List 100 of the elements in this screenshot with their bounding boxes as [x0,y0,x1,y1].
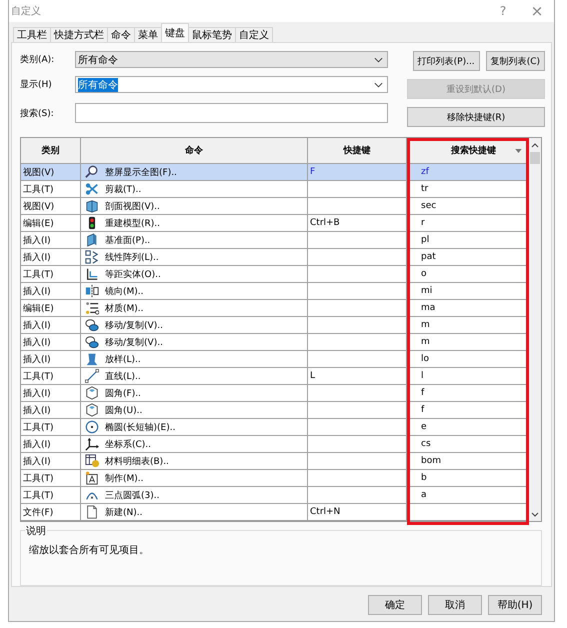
tab[interactable]: 工具栏 [13,27,51,42]
command-name: 圆角(F).. [105,388,141,400]
table-cell: 插入(I) [21,436,81,452]
move-copy-icon [85,318,99,332]
command-name: 三点圆弧(3).. [105,490,160,502]
dialog-button[interactable]: 取消 [428,595,482,615]
command-name: 移动/复制(V).. [105,320,163,332]
table-row[interactable]: 插入(I) 坐标系(C).. cs [21,436,529,453]
axes-icon [85,437,99,451]
table-row[interactable]: 工具(T) 直线(L).. L l [21,368,529,385]
section-view-icon [85,199,99,213]
table-cell: 插入(I) [21,249,81,265]
table-cell: 工具(T) [21,470,81,486]
command-name: 剖面视图(V).. [105,200,160,212]
search-field[interactable] [75,103,388,123]
column-header[interactable]: 快捷键 [308,138,407,163]
tab[interactable]: 命令 [107,27,135,42]
table-row[interactable]: 插入(I) 圆角(F).. f [21,385,529,402]
list-button[interactable]: 复制列表(C) [486,51,545,71]
table-row[interactable]: 编辑(E) 材质(M).. ma [21,300,529,317]
command-name: 椭圆(长短轴)(E).. [105,422,176,434]
command-name: 重建模型(R).. [105,218,160,230]
table-row[interactable]: 编辑(E) 重建模型(R).. Ctrl+B r [21,215,529,232]
description-text: 缩放以套合所有可见项目。 [29,544,150,557]
command-name: 直线(L).. [105,370,141,382]
table-row[interactable]: 视图(V) 剖面视图(V).. sec [21,198,529,215]
table-row[interactable]: 工具(T) 制作(M).. b [21,470,529,487]
table-cell: F [308,164,407,180]
tab[interactable]: 自定义 [235,27,273,42]
show-dropdown[interactable]: 所有命令 [75,76,388,93]
column-header[interactable]: 类别 [21,138,81,163]
cube-icon [85,403,99,417]
field-label: 搜索(S): [20,108,55,120]
document-icon [85,505,99,519]
sort-arrow-icon [515,148,522,152]
close-button[interactable]: × [520,1,554,21]
table-row[interactable]: 工具(T) 椭圆(长短轴)(E).. e [21,419,529,436]
table-cell: 插入(I) [21,317,81,333]
scroll-thumb[interactable] [530,152,540,164]
table-cell: 插入(I) [21,351,81,367]
table-cell: 插入(I) [21,385,81,401]
table-cell: 编辑(E) [21,215,81,231]
caret-icon [374,82,383,88]
table-row[interactable]: 视图(V) 整屏显示全图(F).. F zf [21,164,529,181]
category-dropdown[interactable]: 所有命令 [75,51,388,68]
table-row[interactable]: 插入(I) 移动/复制(V).. m [21,334,529,351]
command-name: 坐标系(C).. [105,438,152,450]
table-cell: 视图(V) [21,198,81,214]
mirror-icon [85,284,99,298]
table-cell: 文件(F) [21,504,81,520]
command-name: 整屏显示全图(F).. [105,166,177,178]
loft-icon [85,352,99,366]
ellipse-icon [85,420,99,434]
table-cell: 插入(I) [21,232,81,248]
table-row[interactable]: 插入(I) 镜向(M).. mi [21,283,529,300]
magnifier-icon [85,165,99,179]
table-cell: 编辑(E) [21,300,81,316]
table-row[interactable]: 插入(I) 移动/复制(V).. m [21,317,529,334]
table-cell: 插入(I) [21,334,81,350]
table-cell: Ctrl+N [308,504,407,520]
scrollbar[interactable] [529,138,541,521]
caret-icon [374,56,383,62]
help-button[interactable]: ? [486,1,520,21]
table-row[interactable]: 文件(F) 新建(N).. Ctrl+N [21,504,529,521]
command-name: 新建(N).. [105,506,142,518]
command-name: 圆角(U).. [105,404,142,416]
command-name: 移动/复制(V).. [105,336,163,348]
dialog-button[interactable]: 帮助(H) [488,595,542,615]
material-icon [85,301,99,315]
list-button[interactable]: 打印列表(P)... [412,51,480,71]
table-row[interactable]: 插入(I) 线性阵列(L).. pat [21,249,529,266]
table-row[interactable]: 插入(I) 基准面(P).. pl [21,232,529,249]
table-row[interactable]: 工具(T) 三点圆弧(3).. a [21,487,529,504]
command-name: 线性阵列(L).. [105,252,159,264]
line-icon [85,369,99,383]
dialog-button[interactable]: 确定 [368,595,422,615]
window-title: 自定义 [11,4,41,18]
table-cell: Ctrl+B [308,215,407,231]
table-cell: 插入(I) [21,402,81,418]
column-header[interactable]: 命令 [81,138,308,163]
table-row[interactable]: 工具(T) 剪裁(T).. tr [21,181,529,198]
table-cell: 工具(T) [21,368,81,384]
table-row[interactable]: 插入(I) 圆角(U).. f [21,402,529,419]
command-name: 制作(M).. [105,472,144,484]
list-button[interactable]: 移除快捷键(R) [407,107,545,127]
table-cell: 视图(V) [21,164,81,180]
table-cell: 工具(T) [21,419,81,435]
tab[interactable]: 快捷方式栏 [50,27,108,42]
tab[interactable]: 鼠标笔势 [188,27,236,42]
table-cell: 工具(T) [21,487,81,503]
table-row[interactable]: 工具(T) 等距实体(O).. o [21,266,529,283]
table-cell: 工具(T) [21,266,81,282]
tab[interactable]: 键盘 [161,23,189,42]
tab[interactable]: 菜单 [134,27,162,42]
table-row[interactable]: 插入(I) 放样(L).. lo [21,351,529,368]
field-label: 类别(A): [20,54,56,66]
offset-icon [85,267,99,281]
table-row[interactable]: 插入(I) 材料明细表(B).. bom [21,453,529,470]
table-cell: 工具(T) [21,181,81,197]
group-label: 说明 [25,524,47,538]
